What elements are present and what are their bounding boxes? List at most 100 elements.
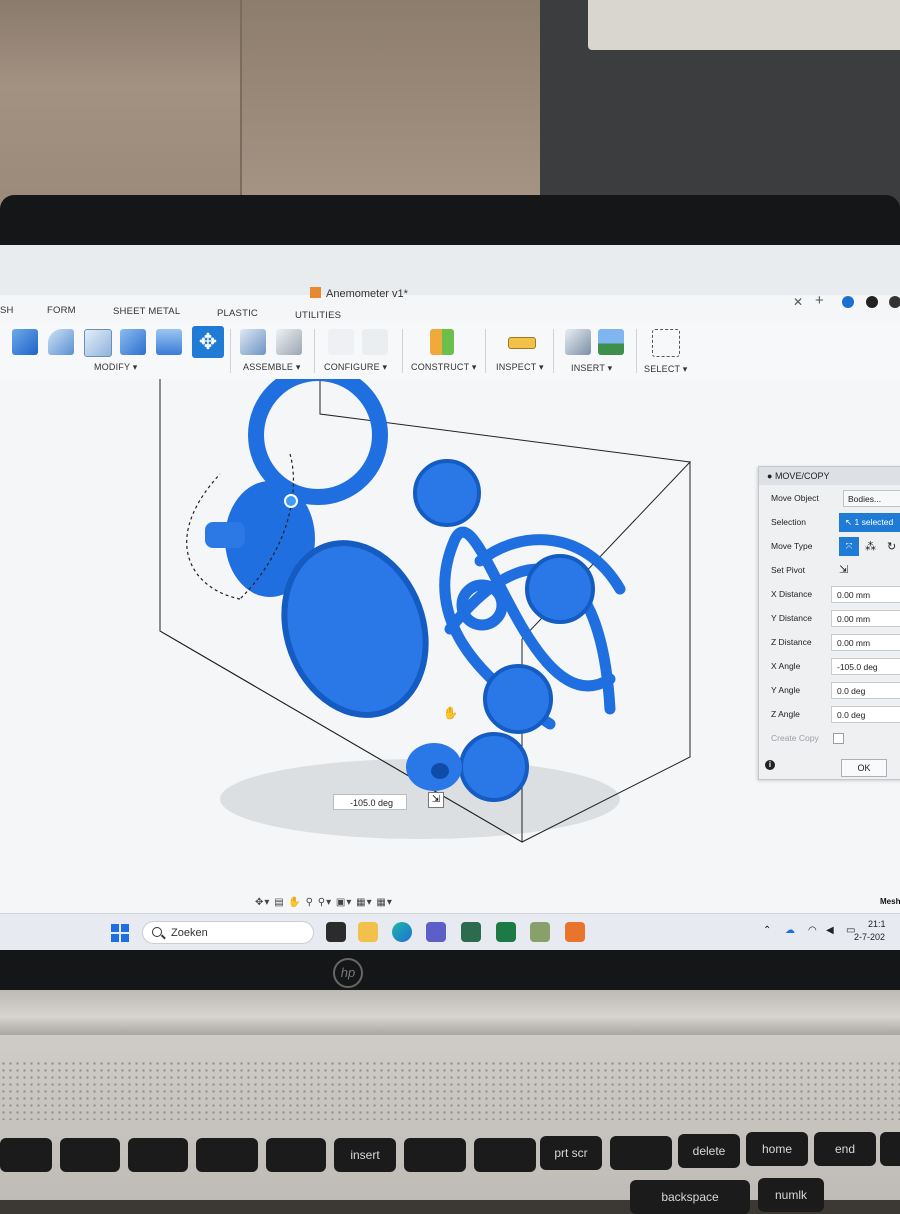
taskbar-clock[interactable]: 21:1 2-7-202: [854, 918, 886, 944]
key-f8[interactable]: [474, 1138, 536, 1172]
key-insert[interactable]: insert: [334, 1138, 396, 1172]
key-delete[interactable]: delete: [678, 1134, 740, 1168]
tab-sheet-metal[interactable]: SHEET METAL: [113, 306, 180, 317]
z-distance-input[interactable]: 0.00 mm: [831, 634, 900, 651]
rotation-handle[interactable]: [284, 494, 298, 508]
search-placeholder: Zoeken: [171, 927, 208, 939]
fillet-icon[interactable]: [48, 329, 74, 355]
onedrive-icon[interactable]: ☁: [785, 925, 795, 936]
key-f2[interactable]: [60, 1138, 120, 1172]
rotate-icon[interactable]: ↻: [887, 540, 896, 553]
new-component-icon[interactable]: [240, 329, 266, 355]
key-f3[interactable]: [128, 1138, 188, 1172]
key-f5[interactable]: [266, 1138, 326, 1172]
move-manipulator-icon[interactable]: ⇲: [428, 792, 444, 808]
measure-icon[interactable]: [508, 337, 536, 349]
file-explorer-icon[interactable]: [358, 922, 378, 942]
shell-icon[interactable]: [84, 329, 112, 357]
configure-table-icon[interactable]: [362, 329, 388, 355]
selection-button[interactable]: ↖ 1 selected: [839, 513, 900, 532]
construct-menu[interactable]: CONSTRUCT ▾: [411, 362, 477, 373]
insert-menu[interactable]: INSERT ▾: [571, 363, 612, 374]
key-end[interactable]: end: [814, 1132, 876, 1166]
housing-nozzle[interactable]: [205, 522, 245, 548]
align-icon[interactable]: [156, 329, 182, 355]
y-angle-input[interactable]: 0.0 deg: [831, 682, 900, 699]
z-angle-input[interactable]: 0.0 deg: [831, 706, 900, 723]
x-angle-inline-input[interactable]: -105.0 deg: [333, 794, 407, 810]
task-view-icon[interactable]: [326, 922, 346, 942]
insert-canvas-icon[interactable]: [598, 329, 624, 355]
grid-settings-icon[interactable]: ▦▾: [356, 897, 372, 908]
insert-derive-icon[interactable]: [565, 329, 591, 355]
press-pull-icon[interactable]: [12, 329, 38, 355]
y-distance-input[interactable]: 0.00 mm: [831, 610, 900, 627]
x-distance-input[interactable]: 0.00 mm: [831, 586, 900, 603]
key-f4[interactable]: [196, 1138, 258, 1172]
toolbar-separator: [485, 329, 486, 373]
key-home[interactable]: home: [746, 1132, 808, 1166]
tab-form[interactable]: FORM: [47, 305, 76, 316]
laptop-screen: Anemometer v1* ✕ + SH FORM SHEET METAL P…: [0, 245, 900, 950]
offset-plane-icon[interactable]: [430, 329, 454, 355]
look-at-icon[interactable]: ▤: [274, 897, 284, 908]
info-icon[interactable]: i: [765, 760, 775, 770]
move-copy-icon[interactable]: ✥: [192, 326, 224, 358]
create-copy-checkbox[interactable]: [833, 733, 844, 744]
ok-button[interactable]: OK: [841, 759, 887, 777]
move-type-label: Move Type: [771, 541, 813, 551]
modify-menu[interactable]: MODIFY ▾: [94, 362, 137, 373]
assemble-menu[interactable]: ASSEMBLE ▾: [243, 362, 301, 373]
anemometer-cup[interactable]: [525, 554, 595, 624]
create-copy-row: Create Copy: [759, 729, 900, 749]
document-tab[interactable]: Anemometer v1*: [310, 287, 408, 300]
viewports-icon[interactable]: ▦▾: [376, 897, 392, 908]
select-menu[interactable]: SELECT ▾: [644, 364, 687, 375]
zoom-window-icon[interactable]: ⚲▾: [318, 897, 332, 908]
wifi-icon[interactable]: ◠: [808, 925, 817, 936]
pan-icon[interactable]: ✋: [288, 897, 301, 908]
anemometer-ring[interactable]: [248, 365, 388, 505]
x-distance-row: X Distance 0.00 mm: [759, 585, 900, 605]
fusion-document-icon: [310, 287, 321, 298]
x-angle-input[interactable]: -105.0 deg: [831, 658, 900, 675]
app-icon[interactable]: [530, 922, 550, 942]
set-pivot-icon[interactable]: ⇲: [839, 563, 848, 576]
free-move-icon[interactable]: ⤧: [839, 537, 859, 556]
key-f7[interactable]: [404, 1138, 466, 1172]
volume-icon[interactable]: ◀: [826, 925, 834, 936]
move-object-row: Move Object Bodies...: [759, 489, 900, 509]
key-numlk[interactable]: numlk: [758, 1178, 824, 1212]
outlook-icon[interactable]: [461, 922, 481, 942]
background-shelf: [240, 0, 542, 200]
taskbar-search[interactable]: Zoeken: [142, 921, 314, 944]
configure-menu[interactable]: CONFIGURE ▾: [324, 362, 387, 373]
key-pgup[interactable]: [880, 1132, 900, 1166]
key-backspace[interactable]: backspace: [630, 1180, 750, 1214]
select-window-icon[interactable]: [652, 329, 680, 357]
edge-icon[interactable]: [392, 922, 412, 942]
teams-icon[interactable]: [426, 922, 446, 942]
fusion-360-icon[interactable]: [565, 922, 585, 942]
tab-utilities[interactable]: UTILITIES: [295, 310, 341, 321]
excel-icon[interactable]: [496, 922, 516, 942]
configure-icon[interactable]: [328, 329, 354, 355]
anemometer-cup[interactable]: [483, 664, 553, 734]
move-object-dropdown[interactable]: Bodies...: [843, 490, 900, 507]
zoom-icon[interactable]: ⚲: [306, 897, 314, 908]
combine-icon[interactable]: [120, 329, 146, 355]
key-f1[interactable]: [0, 1138, 52, 1172]
anemometer-cup[interactable]: [413, 459, 481, 527]
tab-plastic[interactable]: PLASTIC: [217, 308, 258, 319]
tray-chevron-icon[interactable]: ⌃: [763, 925, 771, 936]
key-prt-scr[interactable]: prt scr: [540, 1136, 602, 1170]
windows-start-icon[interactable]: [111, 924, 129, 942]
translate-icon[interactable]: ⁂: [865, 540, 876, 553]
anemometer-cup[interactable]: [459, 732, 529, 802]
display-settings-icon[interactable]: ▣▾: [336, 897, 352, 908]
joint-icon[interactable]: [276, 329, 302, 355]
key-power[interactable]: [610, 1136, 672, 1170]
inspect-menu[interactable]: INSPECT ▾: [496, 362, 544, 373]
tab-mesh[interactable]: SH: [0, 305, 14, 316]
orbit-icon[interactable]: ✥▾: [255, 897, 270, 908]
